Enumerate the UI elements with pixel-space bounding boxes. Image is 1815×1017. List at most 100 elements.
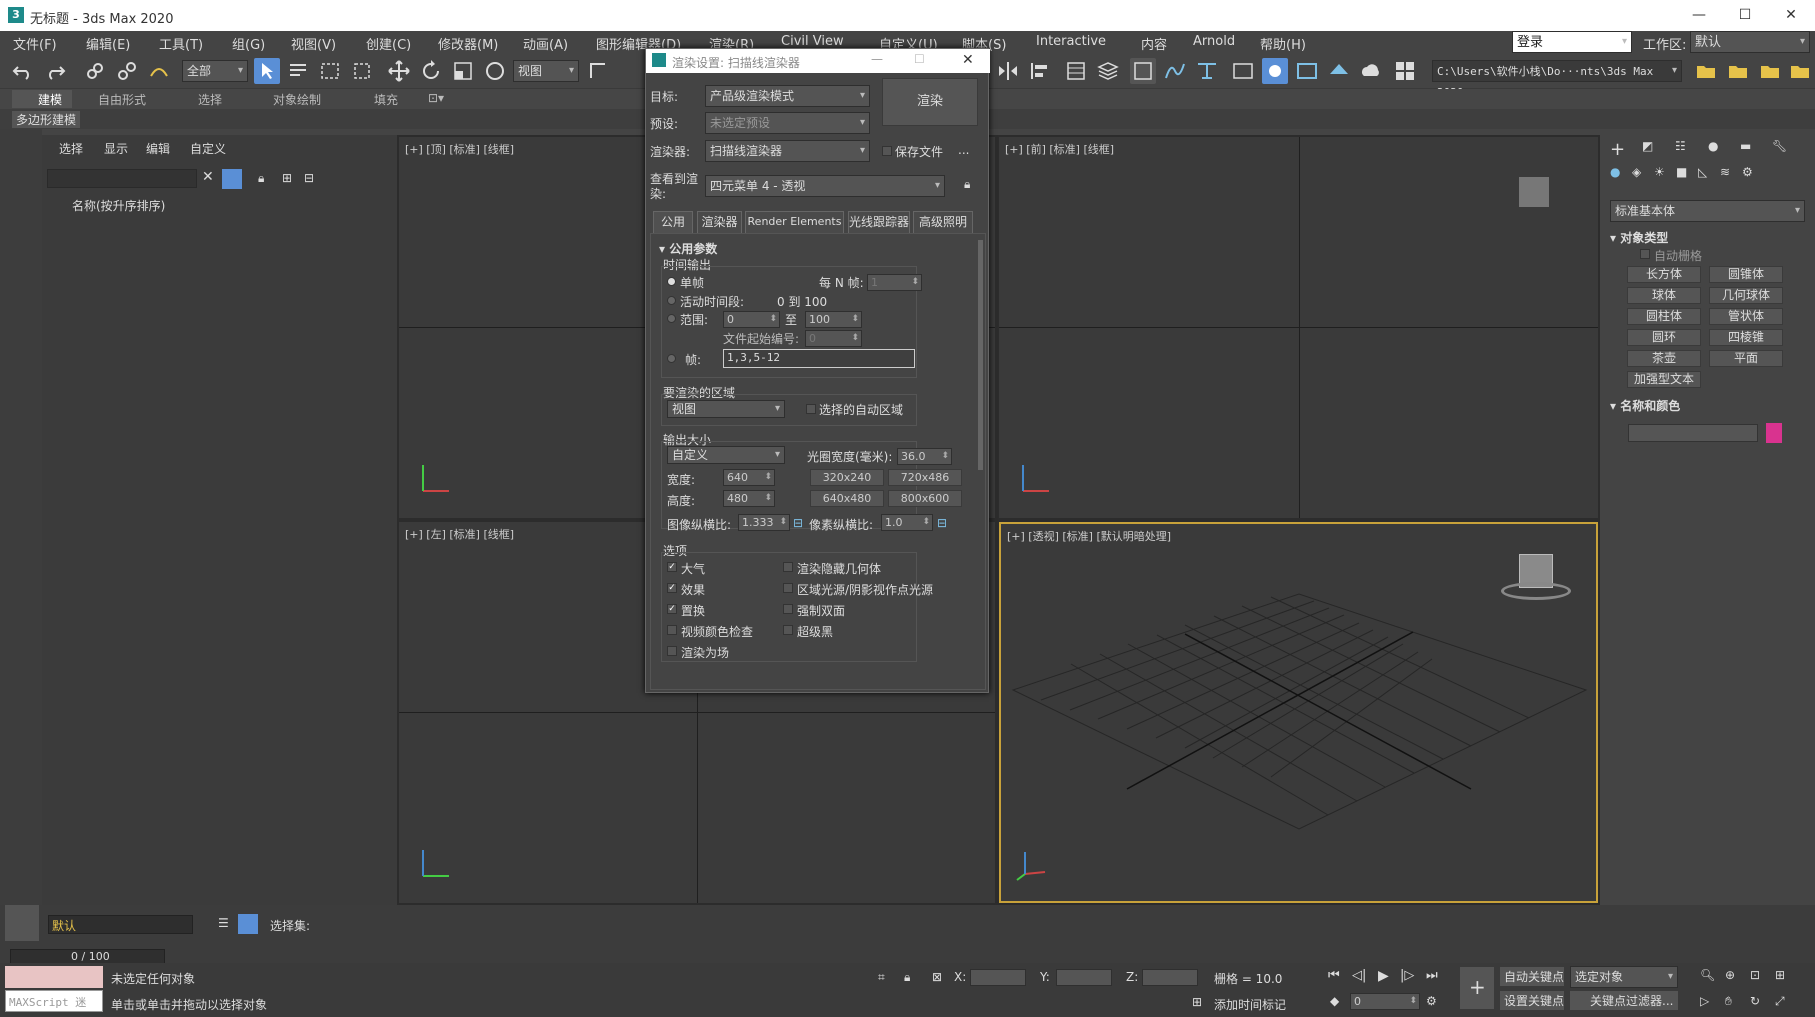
viewport-layout-icon[interactable] (5, 905, 39, 941)
geosphere-button[interactable]: 几何球体 (1709, 287, 1783, 304)
rect-selection-icon[interactable] (317, 58, 343, 84)
scene-menu-display[interactable]: 显示 (104, 140, 128, 157)
ribbon-tab-object-paint[interactable]: 对象绘制 (273, 91, 321, 108)
layer-manager-icon[interactable] (238, 914, 258, 934)
play-icon[interactable]: ▶ (1378, 968, 1389, 984)
render-hidden-checkbox[interactable] (783, 562, 793, 572)
super-black-checkbox[interactable] (783, 625, 793, 635)
toggle-ribbon-icon[interactable] (1130, 58, 1156, 84)
zoom-icon[interactable]: 🔍︎ (1700, 968, 1715, 982)
absolute-mode-icon[interactable]: ⊠ (932, 970, 942, 984)
tube-button[interactable]: 管状体 (1709, 308, 1783, 325)
scene-menu-select[interactable]: 选择 (59, 140, 83, 157)
placement-icon[interactable] (482, 58, 508, 84)
go-to-end-icon[interactable]: ⏭ (1426, 968, 1438, 983)
select-object-icon[interactable] (254, 58, 280, 84)
render-production-icon[interactable] (1326, 58, 1352, 84)
select-by-name-icon[interactable] (285, 58, 311, 84)
image-aspect-lock-icon[interactable]: ⊟ (793, 516, 803, 530)
height-input[interactable]: 480 (723, 490, 775, 507)
spacewarps-icon[interactable]: ≋ (1720, 165, 1730, 179)
window-crossing-icon[interactable] (349, 58, 375, 84)
tab-raytracer[interactable]: 光线跟踪器 (848, 211, 910, 233)
shapes-icon[interactable]: ◈ (1632, 165, 1641, 179)
preset-800x600-button[interactable]: 800x600 (888, 490, 962, 507)
set-key-big-icon[interactable]: + (1460, 967, 1494, 1009)
time-config-icon[interactable]: ⚙ (1426, 994, 1437, 1008)
render-gallery-icon[interactable] (1392, 58, 1418, 84)
field-of-view-icon[interactable]: ▷ (1700, 994, 1709, 1008)
cameras-icon[interactable]: ■ (1676, 165, 1687, 179)
ribbon-tab-modeling[interactable]: 建模 (38, 91, 62, 108)
modify-tab-icon[interactable]: ◩ (1642, 139, 1653, 153)
prev-frame-icon[interactable]: ◁| (1352, 968, 1366, 983)
scene-menu-edit[interactable]: 编辑 (146, 140, 170, 157)
folder-settings-icon[interactable] (1787, 58, 1813, 84)
redo-icon[interactable] (42, 58, 68, 84)
create-tab-icon[interactable]: + (1610, 139, 1625, 160)
minimize-button[interactable]: — (1676, 0, 1722, 31)
save-file-checkbox[interactable] (882, 146, 892, 156)
viewcube-icon[interactable] (1519, 177, 1549, 207)
schematic-view-icon[interactable] (1194, 58, 1220, 84)
category-dropdown[interactable]: 标准基本体 (1610, 200, 1805, 222)
scene-menu-customize[interactable]: 自定义 (190, 140, 226, 157)
menu-civil-view[interactable]: Civil View (781, 34, 844, 49)
render-in-cloud-icon[interactable] (1358, 58, 1384, 84)
scale-icon[interactable] (450, 58, 476, 84)
scene-search-input[interactable] (47, 169, 197, 188)
layer-explorer-icon[interactable] (1095, 58, 1121, 84)
add-time-tag-label[interactable]: 添加时间标记 (1214, 996, 1286, 1013)
dialog-maximize-button[interactable]: ☐ (914, 52, 925, 66)
sphere-button[interactable]: 球体 (1627, 287, 1701, 304)
geometry-icon[interactable]: ● (1610, 165, 1620, 179)
go-to-start-icon[interactable]: ⏮ (1328, 968, 1340, 983)
image-aspect-input[interactable]: 1.333 (738, 514, 790, 531)
lock-view-icon[interactable]: 🔒︎ (964, 177, 970, 192)
torus-button[interactable]: 圆环 (1627, 329, 1701, 346)
save-file-browse-button[interactable]: ... (958, 143, 969, 157)
object-name-input[interactable] (1628, 424, 1758, 442)
ribbon-tab-populate[interactable]: 填充 (374, 91, 398, 108)
next-frame-icon[interactable]: |▷ (1400, 968, 1414, 983)
renderer-dropdown[interactable]: 扫描线渲染器 (705, 140, 870, 162)
layers-icon[interactable]: ⊟ (304, 171, 314, 185)
maximize-viewport-icon[interactable]: ⤢ (1775, 994, 1785, 1009)
rendered-frame-window-icon[interactable] (1294, 58, 1320, 84)
ribbon-options-icon[interactable]: ⊡▾ (428, 91, 444, 105)
move-icon[interactable] (386, 58, 412, 84)
force-2-sided-checkbox[interactable] (783, 604, 793, 614)
mirror-icon[interactable] (995, 58, 1021, 84)
preset-640x480-button[interactable]: 640x480 (810, 490, 884, 507)
ribbon-tab-freeform[interactable]: 自由形式 (98, 91, 146, 108)
time-tag-icon[interactable]: ⊞ (1192, 995, 1202, 1009)
viewcube-ring[interactable] (1501, 582, 1571, 600)
hierarchy-icon[interactable]: ⊞ (282, 171, 292, 185)
maxscript-listener[interactable] (5, 966, 103, 988)
area-lights-checkbox[interactable] (783, 583, 793, 593)
utilities-tab-icon[interactable]: 🔧︎ (1772, 139, 1787, 153)
current-frame-input[interactable]: 0 (1350, 993, 1420, 1010)
menu-tools[interactable]: 工具(T) (159, 34, 203, 53)
box-button[interactable]: 长方体 (1627, 266, 1701, 283)
selection-lock-icon[interactable]: 🔒︎ (904, 970, 910, 985)
open-folder-icon[interactable] (1725, 58, 1751, 84)
key-filters-button[interactable]: 关键点过滤器... (1570, 991, 1678, 1010)
workspace-dropdown[interactable]: 默认 (1690, 31, 1810, 53)
z-coord-input[interactable] (1142, 969, 1198, 986)
object-color-swatch[interactable] (1766, 423, 1782, 443)
viewport-top-label[interactable]: [+] [顶] [标准] [线框] (405, 141, 514, 157)
zoom-extents-icon[interactable]: ⊡ (1750, 968, 1760, 982)
frames-radio[interactable] (667, 354, 676, 363)
every-n-frames-input[interactable]: 1 (867, 274, 922, 291)
render-to-fields-checkbox[interactable] (667, 646, 677, 656)
textplus-button[interactable]: 加强型文本 (1627, 371, 1701, 388)
viewport-front[interactable]: [+] [前] [标准] [线框] (999, 137, 1598, 518)
scene-explorer-icon[interactable] (1063, 58, 1089, 84)
file-number-base-input[interactable]: 0 (805, 330, 862, 347)
key-set-dropdown[interactable]: 选定对象 (1570, 966, 1678, 988)
range-from-input[interactable]: 0 (723, 311, 780, 328)
material-editor-icon[interactable] (1230, 58, 1256, 84)
menu-edit[interactable]: 编辑(E) (86, 34, 130, 53)
rollout-name-color[interactable]: ▾ 名称和颜色 (1610, 397, 1680, 414)
